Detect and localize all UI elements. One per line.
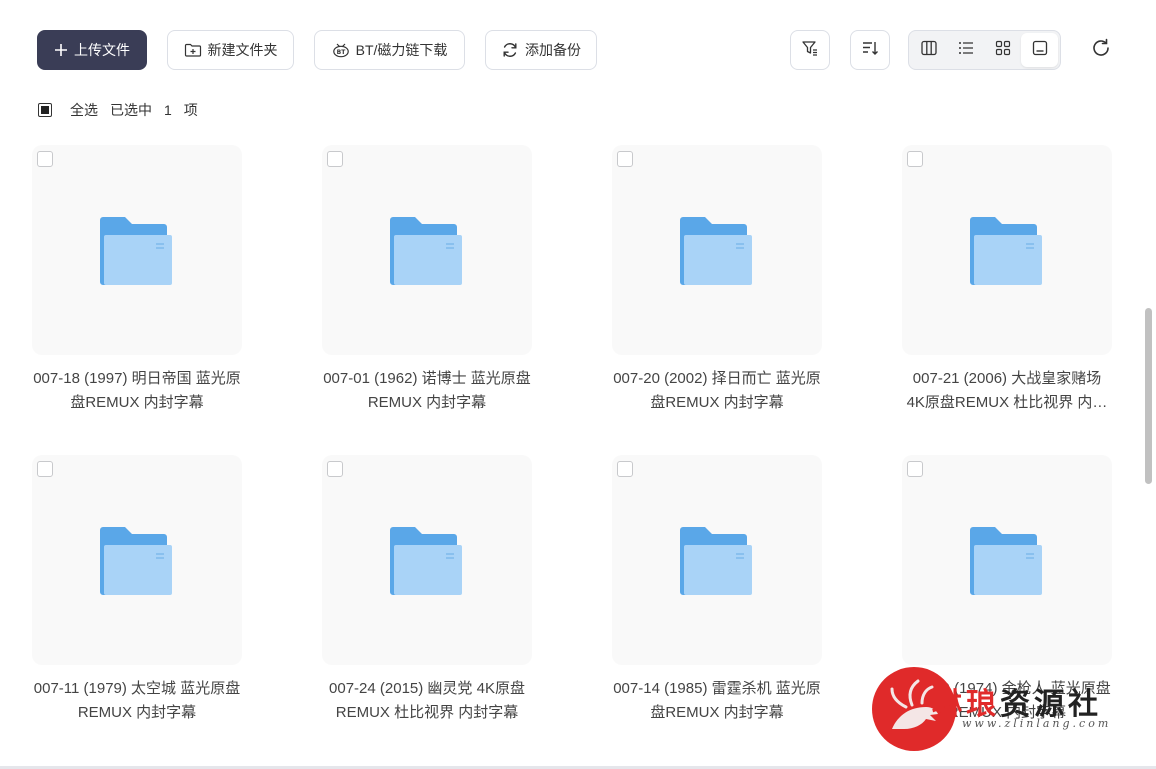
- select-all-checkbox[interactable]: [38, 103, 52, 117]
- file-checkbox[interactable]: [37, 461, 53, 477]
- file-thumbnail[interactable]: [322, 455, 532, 665]
- bt-download-label: BT/磁力链下载: [355, 42, 448, 58]
- file-thumbnail[interactable]: [612, 455, 822, 665]
- file-checkbox[interactable]: [327, 461, 343, 477]
- file-thumbnail[interactable]: [902, 455, 1112, 665]
- column-view-option[interactable]: [911, 33, 948, 67]
- grid-view-icon: [994, 39, 1012, 62]
- sort-icon: [861, 39, 879, 62]
- grid-view-option[interactable]: [985, 33, 1022, 67]
- file-card[interactable]: 007-24 (2015) 幽灵党 4K原盘REMUX 杜比视界 内封字幕: [322, 455, 532, 725]
- preview-view-icon: [1031, 39, 1049, 62]
- list-view-option[interactable]: [948, 33, 985, 67]
- sort-button[interactable]: [850, 30, 890, 70]
- file-name[interactable]: 007-11 (1979) 太空城 蓝光原盘REMUX 内封字幕: [32, 677, 242, 725]
- file-checkbox[interactable]: [617, 151, 633, 167]
- file-checkbox[interactable]: [907, 151, 923, 167]
- file-card[interactable]: 007-11 (1979) 太空城 蓝光原盘REMUX 内封字幕: [32, 455, 242, 725]
- sync-icon: [501, 41, 519, 59]
- folder-icon: [390, 527, 464, 600]
- watermark-url: www.zlinlang.com: [962, 717, 1112, 730]
- folder-add-icon: [184, 42, 202, 58]
- preview-view-option[interactable]: [1021, 33, 1058, 67]
- filter-button[interactable]: [790, 30, 830, 70]
- file-card[interactable]: 007-20 (2002) 择日而亡 蓝光原盘REMUX 内封字幕: [612, 145, 822, 415]
- selected-count: 1: [164, 102, 172, 118]
- file-card[interactable]: 007-14 (1985) 雷霆杀机 蓝光原盘REMUX 内封字幕: [612, 455, 822, 725]
- folder-icon: [100, 527, 174, 600]
- file-card[interactable]: 007-21 (2006) 大战皇家赌场 4K原盘REMUX 杜比视界 内封字幕: [902, 145, 1112, 415]
- filter-icon: [801, 39, 819, 62]
- selected-suffix: 项: [183, 102, 198, 118]
- bt-magnet-download-button[interactable]: BT BT/磁力链下载: [314, 30, 465, 70]
- file-name[interactable]: 007-24 (2015) 幽灵党 4K原盘REMUX 杜比视界 内封字幕: [322, 677, 532, 725]
- folder-icon: [680, 527, 754, 600]
- file-name[interactable]: 007-01 (1962) 诺博士 蓝光原盘REMUX 内封字幕: [322, 367, 532, 415]
- column-view-icon: [920, 39, 938, 62]
- toolbar: 上传文件 新建文件夹 BT BT/磁力链下载 添加备份: [0, 0, 1156, 100]
- folder-icon: [970, 527, 1044, 600]
- file-thumbnail[interactable]: [322, 145, 532, 355]
- file-checkbox[interactable]: [617, 461, 633, 477]
- add-backup-label: 添加备份: [525, 42, 581, 58]
- new-folder-button[interactable]: 新建文件夹: [167, 30, 294, 70]
- refresh-button[interactable]: [1088, 37, 1114, 63]
- file-name[interactable]: 007-20 (2002) 择日而亡 蓝光原盘REMUX 内封字幕: [612, 367, 822, 415]
- file-name[interactable]: 007-14 (1985) 雷霆杀机 蓝光原盘REMUX 内封字幕: [612, 677, 822, 725]
- file-name[interactable]: 007-18 (1997) 明日帝国 蓝光原盘REMUX 内封字幕: [32, 367, 242, 415]
- upload-file-button[interactable]: 上传文件: [37, 30, 147, 70]
- file-checkbox[interactable]: [907, 461, 923, 477]
- folder-icon: [680, 217, 754, 290]
- file-thumbnail[interactable]: [612, 145, 822, 355]
- file-thumbnail[interactable]: [902, 145, 1112, 355]
- svg-text:BT: BT: [336, 49, 346, 56]
- watermark: 琳琅资源社 www.zlinlang.com: [870, 665, 1150, 755]
- vertical-scrollbar[interactable]: [1145, 308, 1152, 484]
- file-card[interactable]: 007-18 (1997) 明日帝国 蓝光原盘REMUX 内封字幕: [32, 145, 242, 415]
- file-name[interactable]: 007-21 (2006) 大战皇家赌场 4K原盘REMUX 杜比视界 内封字幕: [902, 367, 1112, 415]
- folder-icon: [390, 217, 464, 290]
- new-folder-label: 新建文件夹: [207, 42, 278, 58]
- select-all-label[interactable]: 全选: [70, 100, 98, 120]
- file-card[interactable]: 007-01 (1962) 诺博士 蓝光原盘REMUX 内封字幕: [322, 145, 532, 415]
- selected-prefix: 已选中: [110, 102, 152, 118]
- file-checkbox[interactable]: [37, 151, 53, 167]
- upload-file-label: 上传文件: [74, 42, 130, 58]
- selection-bar: 全选 已选中 1 项: [38, 100, 198, 120]
- list-view-icon: [957, 39, 975, 62]
- file-thumbnail[interactable]: [32, 455, 242, 665]
- view-mode-switcher: [908, 30, 1061, 70]
- refresh-icon: [1090, 37, 1112, 64]
- file-thumbnail[interactable]: [32, 145, 242, 355]
- bt-icon: BT: [332, 42, 350, 58]
- file-checkbox[interactable]: [327, 151, 343, 167]
- folder-icon: [100, 217, 174, 290]
- add-backup-button[interactable]: 添加备份: [485, 30, 597, 70]
- folder-icon: [970, 217, 1044, 290]
- plus-icon: [54, 43, 68, 57]
